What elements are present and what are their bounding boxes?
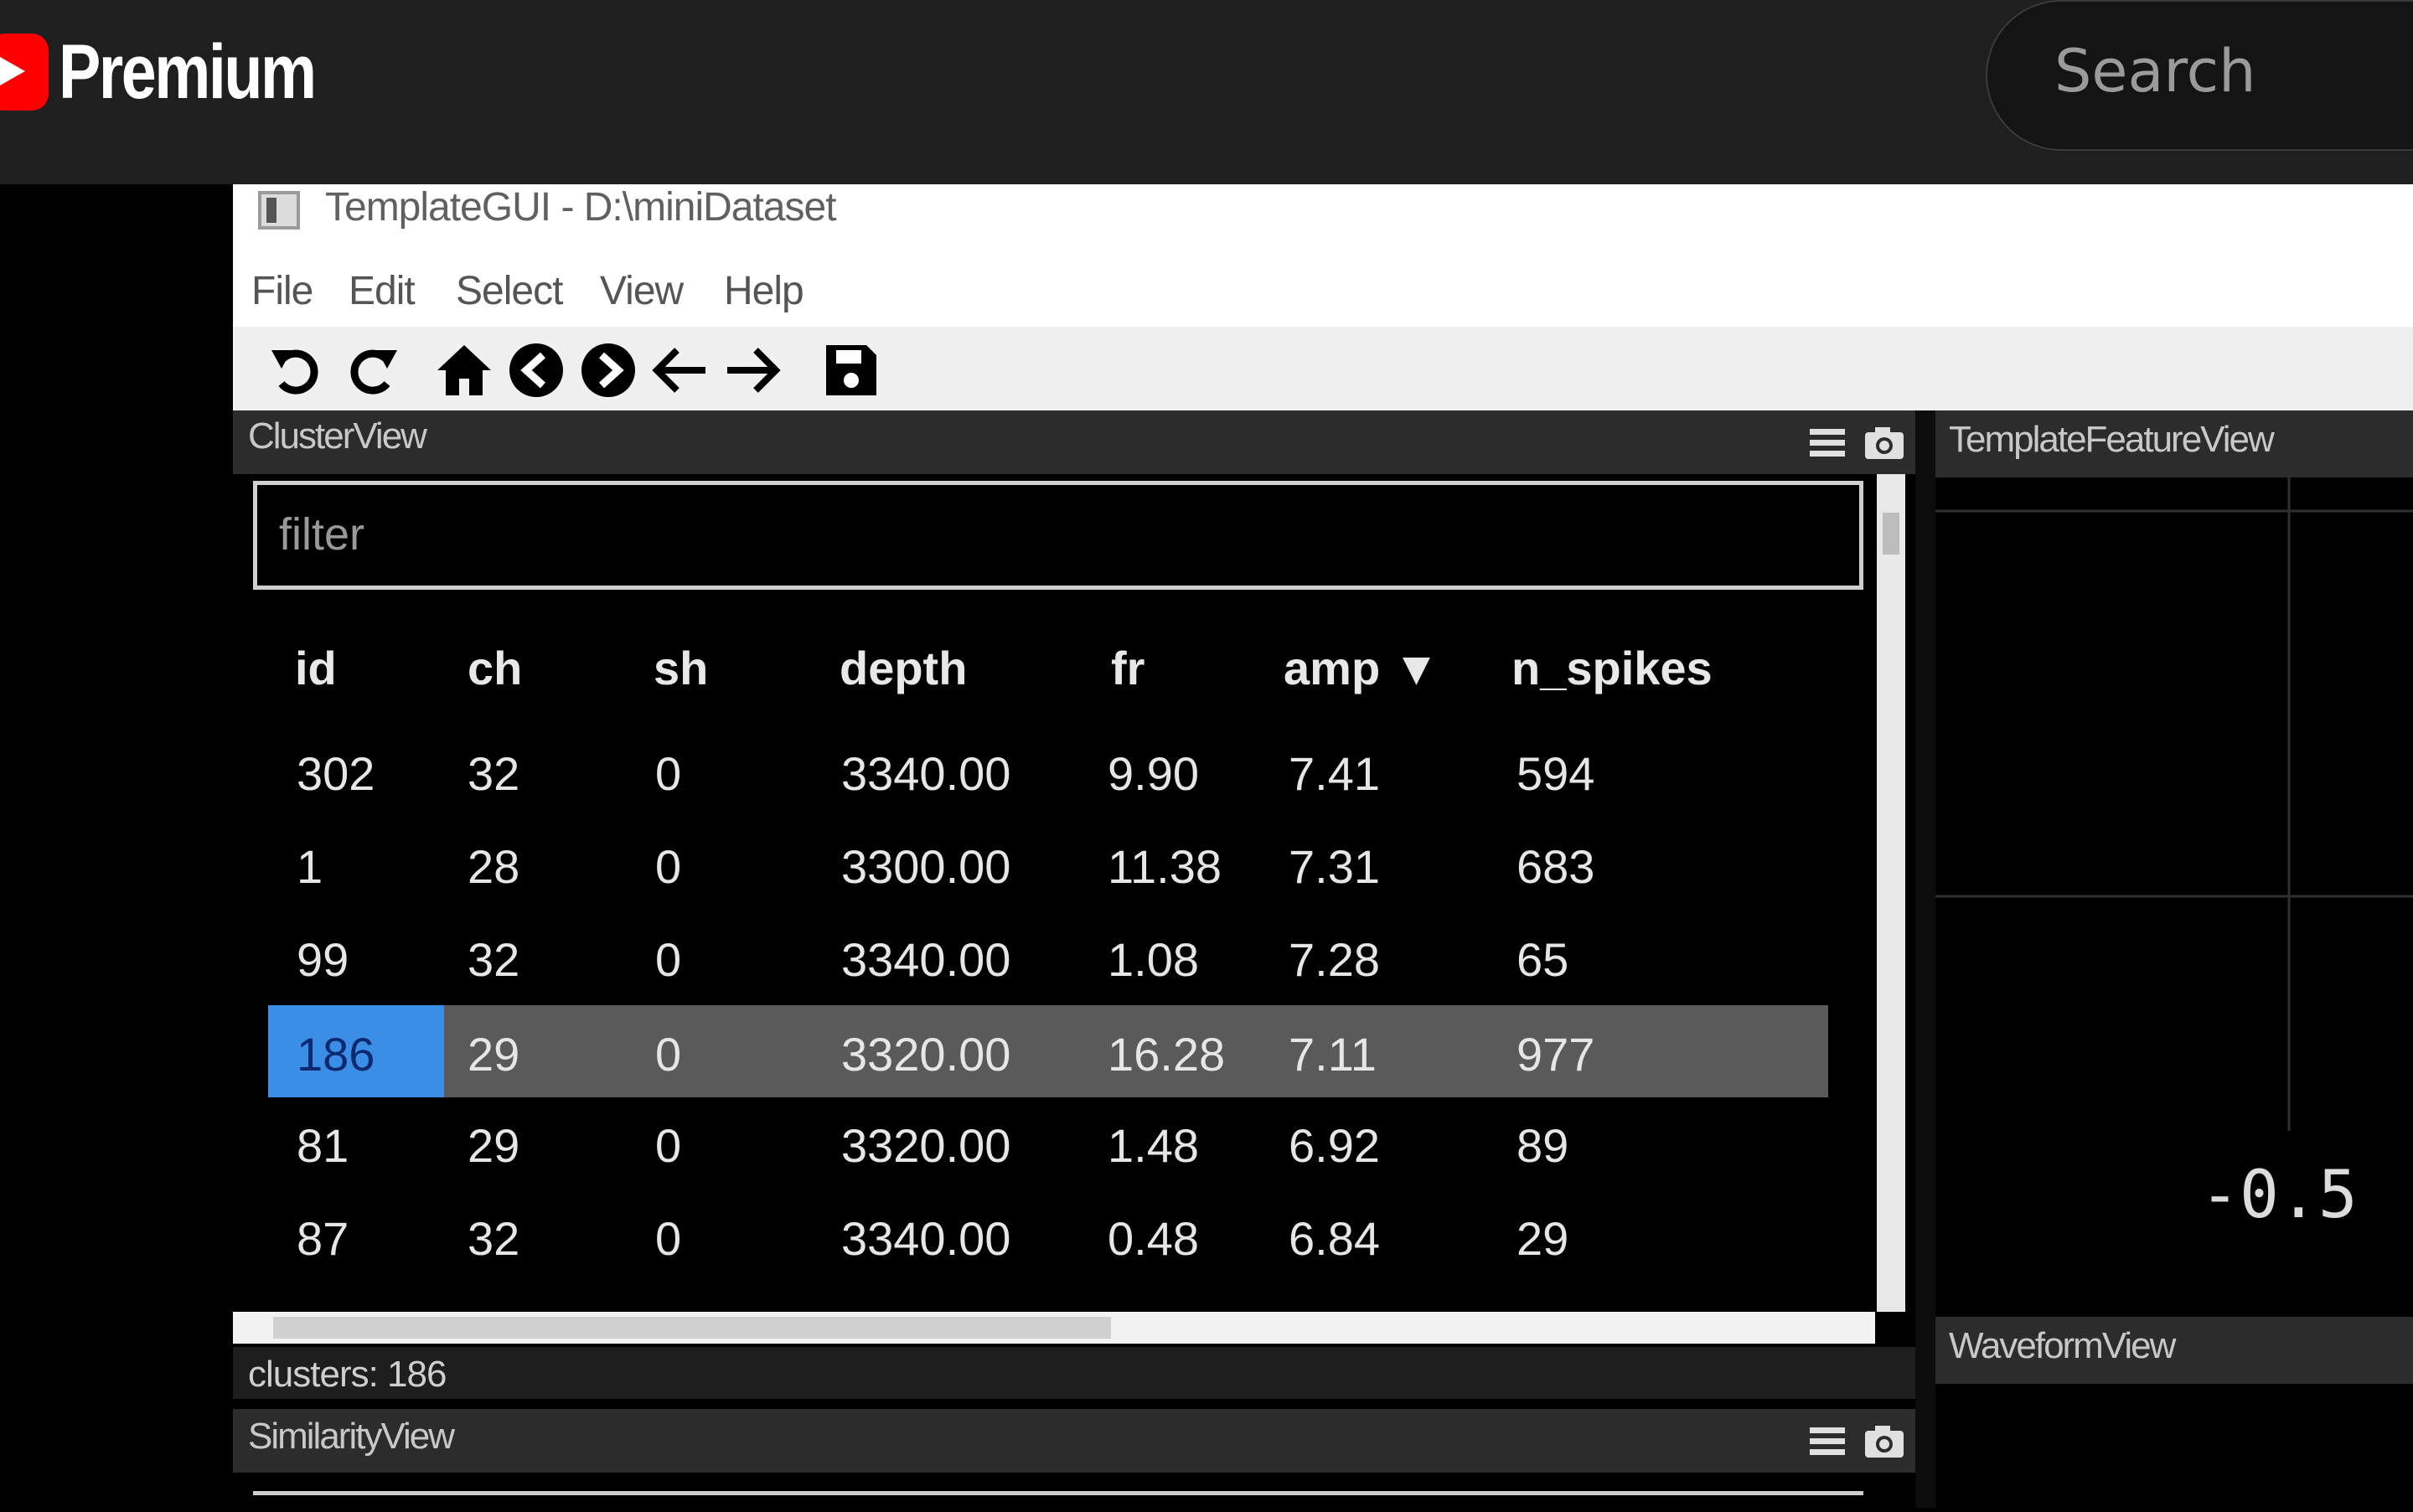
similarity-view-title: SimilarityView xyxy=(248,1416,455,1457)
table-row[interactable]: 99 32 0 3340.00 1.08 7.28 65 xyxy=(268,911,1828,1003)
cell-amp: 7.31 xyxy=(1289,840,1380,893)
cell-n-spikes: 977 xyxy=(1517,1028,1595,1081)
cell-sh: 0 xyxy=(655,1212,682,1265)
cluster-count-status: clusters: 186 xyxy=(248,1354,447,1395)
template-feature-view-title: TemplateFeatureView xyxy=(1949,419,2275,460)
template-gui-window: TemplateGUI - D:\miniDataset File Edit S… xyxy=(233,184,2413,1508)
cell-id: 81 xyxy=(297,1119,349,1172)
horizontal-scrollbar[interactable] xyxy=(233,1312,1875,1344)
cell-amp: 7.28 xyxy=(1289,933,1380,986)
cell-n-spikes: 65 xyxy=(1517,933,1569,986)
app-icon xyxy=(258,191,300,230)
arrow-left-icon[interactable] xyxy=(650,340,710,400)
dock-splitter[interactable] xyxy=(1915,410,1935,1508)
menu-view[interactable]: View xyxy=(600,268,684,314)
camera-icon[interactable] xyxy=(1863,1421,1905,1463)
cell-ch: 32 xyxy=(468,747,520,800)
menu-file[interactable]: File xyxy=(251,268,313,314)
youtube-top-bar: Premium Search xyxy=(0,0,2413,184)
table-row-selected[interactable]: 186 29 0 3320.00 16.28 7.11 977 xyxy=(268,1005,1828,1097)
cell-n-spikes: 683 xyxy=(1517,840,1595,893)
cell-amp: 6.92 xyxy=(1289,1119,1380,1172)
table-row[interactable]: 87 32 0 3340.00 0.48 6.84 29 xyxy=(268,1189,1828,1282)
youtube-logo-icon[interactable] xyxy=(0,34,49,111)
window-title-bar: TemplateGUI - D:\miniDataset xyxy=(233,184,2413,263)
cell-depth: 3320.00 xyxy=(841,1119,1011,1172)
table-row[interactable]: 81 29 0 3320.00 1.48 6.92 89 xyxy=(268,1097,1828,1189)
cell-fr: 11.38 xyxy=(1108,840,1222,893)
menu-select[interactable]: Select xyxy=(456,268,563,314)
cell-ch: 32 xyxy=(468,933,520,986)
arrow-right-icon[interactable] xyxy=(722,340,783,400)
cluster-view-header xyxy=(233,410,1915,474)
cell-sh: 0 xyxy=(655,933,682,986)
filter-box[interactable] xyxy=(253,481,1863,590)
circle-back-icon[interactable] xyxy=(506,340,566,400)
cell-fr: 16.28 xyxy=(1108,1028,1226,1081)
cell-id: 302 xyxy=(297,747,375,800)
cell-depth: 3320.00 xyxy=(841,1028,1011,1081)
vertical-scrollbar[interactable] xyxy=(1877,474,1905,1312)
column-header-n-spikes[interactable]: n_spikes xyxy=(1511,641,1713,695)
vertical-scrollbar-thumb[interactable] xyxy=(1883,513,1899,555)
cell-ch: 29 xyxy=(468,1028,520,1081)
cell-sh: 0 xyxy=(655,1119,682,1172)
status-bar xyxy=(233,1347,1915,1399)
cell-fr: 9.90 xyxy=(1108,747,1199,800)
column-header-amp[interactable]: amp ▼ xyxy=(1284,641,1439,695)
cell-id: 87 xyxy=(297,1212,349,1265)
youtube-search-box[interactable]: Search xyxy=(1986,0,2413,151)
cell-depth: 3340.00 xyxy=(841,1212,1011,1265)
cell-id: 186 xyxy=(297,1028,375,1081)
similarity-filter-box[interactable] xyxy=(253,1491,1863,1512)
menu-edit[interactable]: Edit xyxy=(349,268,416,314)
cell-fr: 1.08 xyxy=(1108,933,1199,986)
cell-id: 99 xyxy=(297,933,349,986)
axis-tick-label: -0.5 xyxy=(2200,1158,2358,1233)
menu-icon[interactable] xyxy=(1806,1421,1848,1463)
camera-icon[interactable] xyxy=(1863,422,1905,464)
menu-icon[interactable] xyxy=(1806,422,1848,464)
cell-depth: 3340.00 xyxy=(841,933,1011,986)
similarity-view-header xyxy=(233,1409,1915,1473)
cell-n-spikes: 594 xyxy=(1517,747,1595,800)
cell-amp: 7.11 xyxy=(1289,1028,1377,1081)
cell-depth: 3340.00 xyxy=(841,747,1011,800)
cell-sh: 0 xyxy=(655,747,682,800)
cell-id: 1 xyxy=(297,840,323,893)
table-row[interactable]: 1 28 0 3300.00 11.38 7.31 683 xyxy=(268,818,1828,910)
cell-fr: 1.48 xyxy=(1108,1119,1199,1172)
column-header-sh[interactable]: sh xyxy=(654,641,708,695)
cell-ch: 29 xyxy=(468,1119,520,1172)
youtube-search-placeholder: Search xyxy=(2054,37,2256,106)
filter-input[interactable] xyxy=(277,508,1789,560)
cluster-view-title: ClusterView xyxy=(248,415,427,457)
home-icon[interactable] xyxy=(434,340,494,400)
cell-n-spikes: 89 xyxy=(1517,1119,1569,1172)
youtube-brand-label[interactable]: Premium xyxy=(59,28,317,116)
redo-icon[interactable] xyxy=(342,340,402,400)
cell-fr: 0.48 xyxy=(1108,1212,1199,1265)
cell-sh: 0 xyxy=(655,840,682,893)
column-header-id[interactable]: id xyxy=(295,641,337,695)
cell-sh: 0 xyxy=(655,1028,682,1081)
cell-ch: 28 xyxy=(468,840,520,893)
cell-ch: 32 xyxy=(468,1212,520,1265)
undo-icon[interactable] xyxy=(266,340,327,400)
cell-n-spikes: 29 xyxy=(1517,1212,1569,1265)
menu-help[interactable]: Help xyxy=(724,268,804,314)
cell-amp: 6.84 xyxy=(1289,1212,1380,1265)
cell-depth: 3300.00 xyxy=(841,840,1011,893)
table-row[interactable]: 302 32 0 3340.00 9.90 7.41 594 xyxy=(268,725,1828,817)
horizontal-scrollbar-thumb[interactable] xyxy=(273,1317,1111,1339)
window-title: TemplateGUI - D:\miniDataset xyxy=(325,185,837,230)
column-header-ch[interactable]: ch xyxy=(468,641,522,695)
column-header-fr[interactable]: fr xyxy=(1111,641,1144,695)
waveform-view-title: WaveformView xyxy=(1949,1325,2176,1366)
column-header-depth[interactable]: depth xyxy=(840,641,967,695)
circle-forward-icon[interactable] xyxy=(578,340,638,400)
save-icon[interactable] xyxy=(821,340,881,400)
cell-amp: 7.41 xyxy=(1289,747,1380,800)
